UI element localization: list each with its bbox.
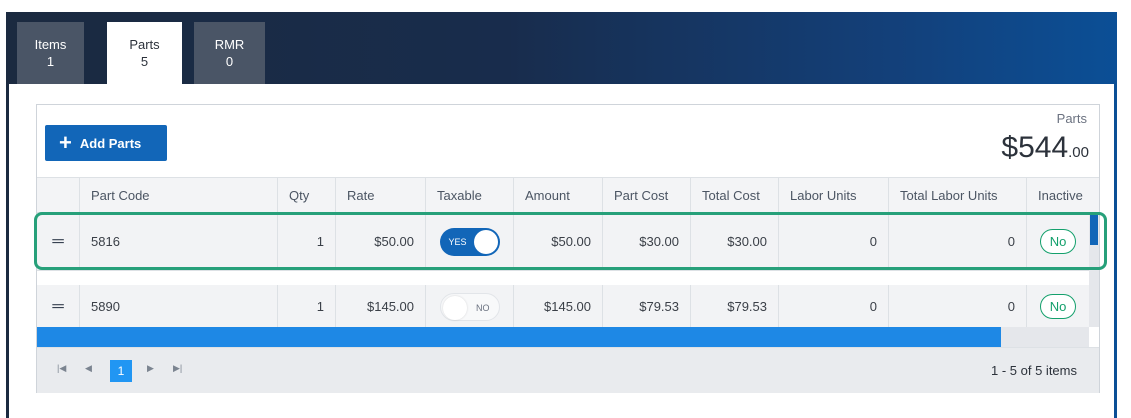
- amount-cell[interactable]: $50.00: [513, 213, 602, 270]
- pager: |◀ ◀ 1 ▶ ▶| 1 - 5 of 5 items: [37, 347, 1099, 393]
- toggle-knob: [473, 229, 498, 254]
- tab-items[interactable]: Items 1: [17, 22, 84, 84]
- taxable-cell: YES: [425, 213, 513, 270]
- add-parts-label: Add Parts: [79, 135, 142, 151]
- col-amount[interactable]: Amount: [513, 178, 602, 213]
- inactive-cell: No: [1026, 213, 1089, 270]
- col-rate[interactable]: Rate: [335, 178, 425, 213]
- part-cost-cell[interactable]: $30.00: [602, 213, 690, 270]
- part-code-cell[interactable]: 5816: [79, 213, 277, 270]
- col-total-cost[interactable]: Total Cost: [690, 178, 778, 213]
- taxable-toggle[interactable]: NO: [439, 292, 500, 321]
- col-labor-units[interactable]: Labor Units: [778, 178, 888, 213]
- labor-units-cell[interactable]: 0: [778, 285, 888, 328]
- parts-grid: Part Code Qty Rate Taxable Amount Part C…: [37, 177, 1099, 347]
- inactive-pill[interactable]: No: [1039, 229, 1077, 254]
- part-cost-cell[interactable]: $79.53: [602, 285, 690, 328]
- window: Items 1 Parts 5 RMR 0 + Add Parts Parts …: [0, 0, 1131, 418]
- frame-right-border: [1114, 12, 1117, 418]
- grid-header: Part Code Qty Rate Taxable Amount Part C…: [37, 177, 1099, 213]
- amount-cell[interactable]: $145.00: [513, 285, 602, 328]
- plus-icon: +: [59, 130, 72, 155]
- taxable-toggle-label: YES: [448, 236, 467, 247]
- taxable-cell: NO: [425, 285, 513, 328]
- labor-units-cell[interactable]: 0: [778, 213, 888, 270]
- col-qty[interactable]: Qty: [277, 178, 335, 213]
- parts-total-value: $544.00: [1001, 131, 1089, 165]
- inactive-pill[interactable]: No: [1039, 294, 1077, 319]
- total-cost-cell[interactable]: $79.53: [690, 285, 778, 328]
- taxable-toggle[interactable]: YES: [439, 227, 500, 256]
- drag-handle-icon[interactable]: ═: [37, 285, 79, 328]
- tab-items-label: Items: [34, 37, 67, 52]
- taxable-toggle-label: NO: [476, 302, 490, 313]
- vertical-scroll-thumb[interactable]: [1090, 215, 1098, 245]
- table-row[interactable]: ═ 5816 1 $50.00 YES $50.00 $30.00 $30.00…: [37, 213, 1099, 271]
- parts-total-amount: $544: [1001, 131, 1069, 164]
- col-inactive[interactable]: Inactive: [1026, 178, 1089, 213]
- add-parts-button[interactable]: + Add Parts: [45, 125, 167, 161]
- tab-parts[interactable]: Parts 5: [107, 22, 182, 84]
- col-part-cost[interactable]: Part Cost: [602, 178, 690, 213]
- rate-cell[interactable]: $50.00: [335, 213, 425, 270]
- inactive-cell: No: [1026, 285, 1089, 328]
- tab-parts-label: Parts: [129, 37, 160, 52]
- total-cost-cell[interactable]: $30.00: [690, 213, 778, 270]
- pager-info: 1 - 5 of 5 items: [991, 363, 1077, 378]
- qty-cell[interactable]: 1: [277, 285, 335, 328]
- total-labor-units-cell[interactable]: 0: [888, 285, 1026, 328]
- parts-total-cents: .00: [1068, 144, 1089, 161]
- tab-parts-count: 5: [140, 54, 149, 69]
- parts-total-label: Parts: [1056, 111, 1087, 126]
- toggle-knob: [442, 295, 467, 320]
- horizontal-scrollbar[interactable]: [37, 327, 1099, 347]
- rate-cell[interactable]: $145.00: [335, 285, 425, 328]
- tab-rmr[interactable]: RMR 0: [194, 22, 265, 84]
- last-page-icon[interactable]: ▶|: [173, 363, 182, 374]
- total-labor-units-cell[interactable]: 0: [888, 213, 1026, 270]
- col-part-code[interactable]: Part Code: [79, 178, 277, 213]
- scroll-corner: [1089, 327, 1099, 347]
- tab-rmr-count: 0: [225, 54, 234, 69]
- qty-cell[interactable]: 1: [277, 213, 335, 270]
- parts-toolbar: + Add Parts Parts $544.00: [37, 105, 1099, 177]
- page-number-button[interactable]: 1: [110, 360, 132, 382]
- parts-panel: + Add Parts Parts $544.00 Part Code Qty …: [36, 104, 1100, 393]
- tab-rmr-label: RMR: [214, 37, 245, 52]
- table-row[interactable]: ═ 5890 1 $145.00 NO $145.00 $79.53 $79.5…: [37, 271, 1099, 329]
- next-page-icon[interactable]: ▶: [147, 363, 154, 374]
- horizontal-scroll-thumb[interactable]: [37, 327, 1001, 347]
- col-total-labor-units[interactable]: Total Labor Units: [888, 178, 1026, 213]
- col-drag: [37, 178, 79, 213]
- drag-handle-icon[interactable]: ═: [37, 213, 79, 270]
- col-taxable[interactable]: Taxable: [425, 178, 513, 213]
- tab-items-count: 1: [46, 54, 55, 69]
- first-page-icon[interactable]: |◀: [57, 363, 66, 374]
- prev-page-icon[interactable]: ◀: [85, 363, 92, 374]
- part-code-cell[interactable]: 5890: [79, 285, 277, 328]
